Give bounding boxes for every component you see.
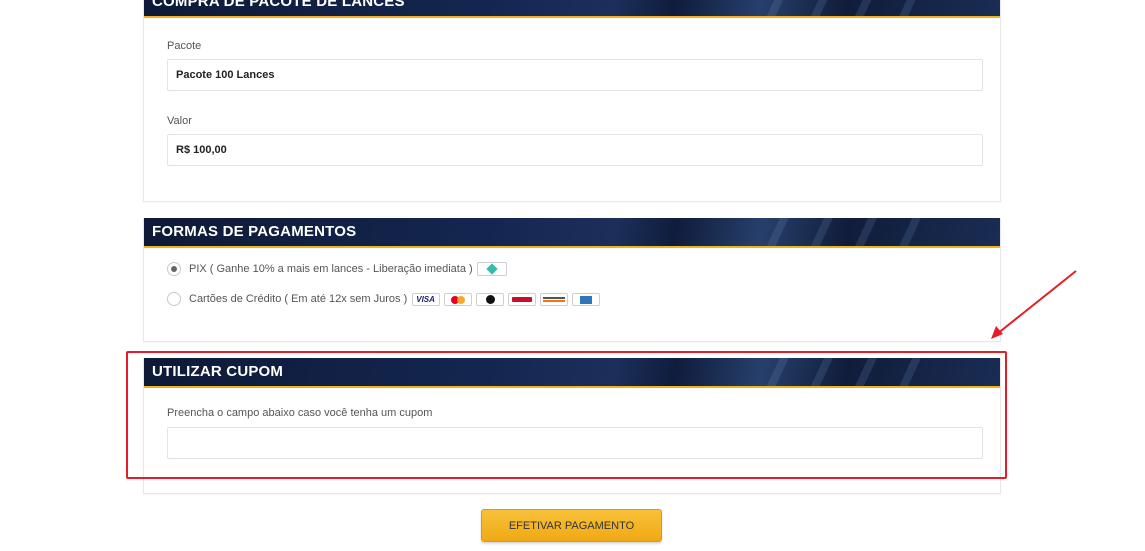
pix-icon [476,262,507,276]
coupon-panel-title: UTILIZAR CUPOM [152,363,284,380]
submit-payment-button[interactable]: EFETIVAR PAGAMENTO [481,509,662,542]
visa-icon [412,292,441,306]
coupon-input[interactable] [167,427,983,459]
package-panel-header: COMPRA DE PACOTE DE LANCES [144,0,1000,18]
payment-panel-title: FORMAS DE PAGAMENTOS [152,223,357,240]
credit-card-option-label: Cartões de Crédito ( Em até 12x sem Juro… [189,293,408,305]
elo-icon [476,292,505,306]
payment-panel-header: FORMAS DE PAGAMENTOS [144,218,1000,248]
coupon-instruction: Preencha o campo abaixo caso você tenha … [167,407,433,419]
hipercard-icon [508,292,537,306]
value-label: Valor [167,115,192,127]
payment-option-pix[interactable]: PIX ( Ganhe 10% a mais em lances - Liber… [167,260,507,278]
discover-icon [540,292,569,306]
credit-card-radio[interactable] [167,292,181,306]
pix-option-label: PIX ( Ganhe 10% a mais em lances - Liber… [189,263,473,275]
package-panel-title: COMPRA DE PACOTE DE LANCES [152,0,405,10]
package-panel: COMPRA DE PACOTE DE LANCES Pacote Pacote… [143,0,1001,202]
mastercard-icon [444,292,473,306]
coupon-panel: UTILIZAR CUPOM Preencha o campo abaixo c… [143,358,1001,494]
amex-icon [572,292,601,306]
value-field[interactable]: R$ 100,00 [167,134,983,166]
payment-panel: FORMAS DE PAGAMENTOS PIX ( Ganhe 10% a m… [143,218,1001,342]
package-field[interactable]: Pacote 100 Lances [167,59,983,91]
payment-option-credit-card[interactable]: Cartões de Crédito ( Em até 12x sem Juro… [167,290,601,308]
pix-radio[interactable] [167,262,181,276]
package-label: Pacote [167,40,202,52]
coupon-panel-header: UTILIZAR CUPOM [144,358,1000,388]
